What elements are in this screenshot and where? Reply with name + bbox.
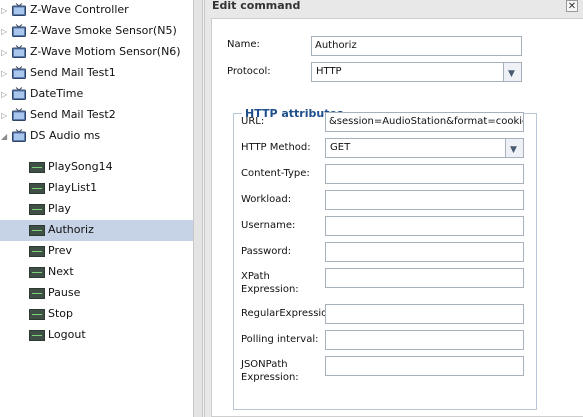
tree-command-label: Stop (48, 307, 74, 320)
tree-device-label: Z-Wave Controller (30, 3, 129, 16)
tree-device-row[interactable]: ▷ Z-Wave Motiom Sensor(N6) (0, 42, 193, 63)
tree-device-row[interactable]: ▷ DateTime (0, 84, 193, 105)
password-field[interactable] (325, 242, 524, 262)
tree-device-row[interactable]: ◢ DS Audio ms (0, 126, 193, 147)
command-icon (29, 267, 45, 278)
dialog-body: Name: Authoriz Protocol: HTTP ▼ HTTP att… (211, 18, 583, 417)
tree-device-label: Z-Wave Motiom Sensor(N6) (30, 45, 181, 58)
tree-device-row[interactable]: ▷ Send Mail Test1 (0, 63, 193, 84)
tv-device-icon (12, 87, 26, 100)
command-icon (29, 309, 45, 320)
tv-device-icon (12, 3, 26, 16)
tree-device-label: Z-Wave Smoke Sensor(N5) (30, 24, 177, 37)
url-label: URL: (241, 116, 265, 127)
tv-device-icon (12, 108, 26, 121)
tree-command-row[interactable]: Pause (0, 283, 193, 304)
tree-command-label: Prev (48, 244, 72, 257)
command-icon (29, 246, 45, 257)
command-icon (29, 330, 45, 341)
http-method-select[interactable]: GET ▼ (325, 138, 524, 158)
tree-command-row[interactable]: PlaySong14 (0, 157, 193, 178)
tree-device-row[interactable]: ▷ Send Mail Test2 (0, 105, 193, 126)
edit-command-dialog: Edit command ✕ Name: Authoriz Protocol: … (204, 0, 583, 417)
protocol-label: Protocol: (227, 66, 271, 77)
content-type-label: Content-Type: (241, 168, 310, 179)
tree-command-row[interactable]: Play (0, 199, 193, 220)
regular-expression-field[interactable] (325, 304, 524, 324)
tree-command-row[interactable]: Logout (0, 325, 193, 346)
tree-command-label: Play (48, 202, 71, 215)
expand-arrow-icon[interactable]: ▷ (1, 48, 7, 57)
tv-device-icon (12, 66, 26, 79)
tree-command-row[interactable]: Prev (0, 241, 193, 262)
chevron-down-icon: ▼ (510, 145, 517, 155)
dialog-header: Edit command ✕ (205, 0, 583, 15)
protocol-value: HTTP (316, 66, 342, 77)
xpath-label-line1: XPath (241, 271, 270, 282)
polling-interval-label: Polling interval: (241, 334, 319, 345)
tree-device-row[interactable]: ▷ Z-Wave Controller (0, 0, 193, 21)
tree-command-row-selected[interactable]: Authoriz (0, 220, 193, 241)
tree-command-label: Pause (48, 286, 81, 299)
device-tree: ▷ Z-Wave Controller ▷ Z-Wave Smoke Sensor(N… (0, 0, 193, 417)
expand-arrow-icon[interactable]: ▷ (1, 111, 7, 120)
expand-arrow-icon[interactable]: ▷ (1, 27, 7, 36)
jsonpath-label-line2: Expression: (241, 372, 299, 383)
username-label: Username: (241, 220, 296, 231)
url-field[interactable]: &session=AudioStation&format=cookie (325, 112, 524, 132)
close-icon[interactable]: ✕ (566, 0, 578, 12)
panel-splitter[interactable] (193, 0, 203, 417)
chevron-down-icon: ▼ (508, 69, 515, 79)
http-method-label: HTTP Method: (241, 142, 311, 153)
polling-interval-field[interactable] (325, 330, 524, 350)
tv-device-icon (12, 24, 26, 37)
tree-device-label: Send Mail Test2 (30, 108, 116, 121)
command-icon (29, 204, 45, 215)
command-icon (29, 183, 45, 194)
http-method-dropdown-trigger[interactable]: ▼ (505, 139, 523, 157)
expand-arrow-icon[interactable]: ▷ (1, 6, 7, 15)
tree-command-row[interactable]: PlayList1 (0, 178, 193, 199)
tree-command-row[interactable]: Next (0, 262, 193, 283)
name-field[interactable]: Authoriz (311, 36, 522, 56)
username-field[interactable] (325, 216, 524, 236)
collapse-arrow-icon[interactable]: ◢ (1, 132, 7, 141)
tv-device-icon (12, 45, 26, 58)
tree-command-label: Authoriz (48, 223, 94, 236)
regular-expression-label: RegularExpression: (241, 308, 338, 319)
content-type-field[interactable] (325, 164, 524, 184)
command-icon (29, 288, 45, 299)
expand-arrow-icon[interactable]: ▷ (1, 90, 7, 99)
tree-device-label: DS Audio ms (30, 129, 101, 142)
password-label: Password: (241, 246, 292, 257)
tree-command-row[interactable]: Stop (0, 304, 193, 325)
http-method-value: GET (330, 142, 351, 153)
jsonpath-expression-field[interactable] (325, 356, 524, 376)
tv-device-icon (12, 129, 26, 142)
protocol-dropdown-trigger[interactable]: ▼ (503, 63, 521, 81)
tree-command-label: PlayList1 (48, 181, 98, 194)
command-icon (29, 225, 45, 236)
tree-command-label: Logout (48, 328, 86, 341)
xpath-expression-field[interactable] (325, 268, 524, 288)
xpath-label-line2: Expression: (241, 284, 299, 295)
workload-label: Workload: (241, 194, 292, 205)
expand-arrow-icon[interactable]: ▷ (1, 69, 7, 78)
dialog-title: Edit command (212, 0, 301, 12)
tree-device-label: Send Mail Test1 (30, 66, 116, 79)
tree-command-label: PlaySong14 (48, 160, 113, 173)
jsonpath-label-line1: JSONPath (241, 359, 288, 370)
protocol-select[interactable]: HTTP ▼ (311, 62, 522, 82)
tree-command-label: Next (48, 265, 74, 278)
tree-device-row[interactable]: ▷ Z-Wave Smoke Sensor(N5) (0, 21, 193, 42)
name-label: Name: (227, 39, 260, 50)
command-icon (29, 162, 45, 173)
workload-field[interactable] (325, 190, 524, 210)
tree-device-label: DateTime (30, 87, 84, 100)
